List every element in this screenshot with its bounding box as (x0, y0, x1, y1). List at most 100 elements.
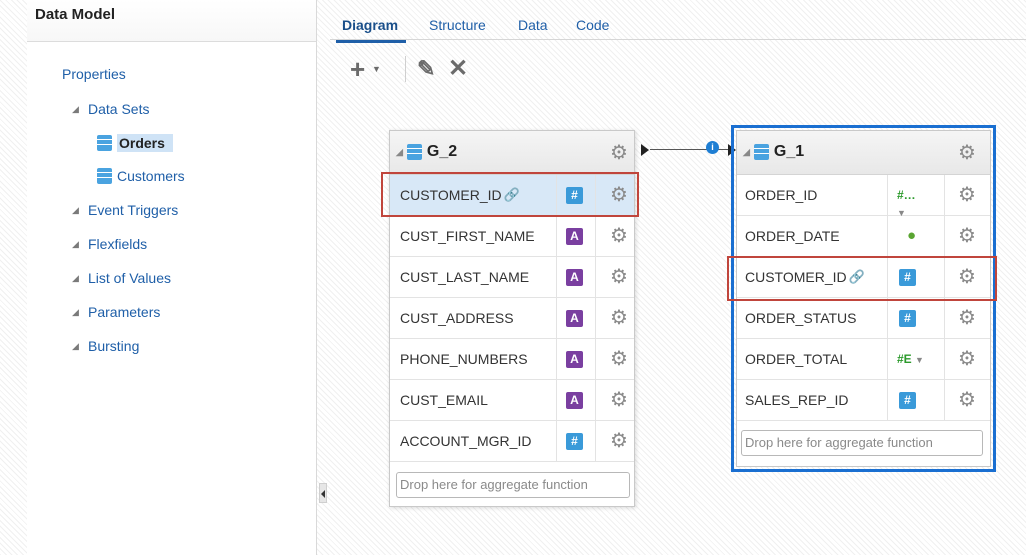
tab-diagram[interactable]: Diagram (335, 17, 407, 43)
column-name: CUSTOMER_ID 🔗 (745, 269, 865, 285)
link-target-arrow-icon (728, 144, 736, 156)
group-g1[interactable]: ◢ G_1 ⚙ ORDER_ID #… ▼ ⚙ ORDER_DATE ● ⚙ C… (736, 130, 991, 467)
tree-item-label: Flexfields (88, 236, 148, 252)
tree-item-bursting[interactable]: ◢ Bursting (72, 338, 139, 354)
table-row[interactable]: ORDER_ID #… ▼ ⚙ (737, 175, 990, 218)
gear-icon[interactable]: ⚙ (957, 226, 977, 246)
expand-triangle-icon[interactable]: ◢ (72, 239, 88, 250)
expand-triangle-icon[interactable]: ◢ (72, 104, 88, 115)
gear-icon[interactable]: ⚙ (957, 349, 977, 369)
table-row[interactable]: ACCOUNT_MGR_ID # ⚙ (390, 421, 634, 462)
tree-item-event-triggers[interactable]: ◢ Event Triggers (72, 202, 178, 218)
tree-item-properties[interactable]: Properties (62, 66, 126, 82)
date-type-icon: ● (906, 227, 917, 244)
tab-code[interactable]: Code (576, 17, 609, 33)
column-name: CUST_LAST_NAME (400, 269, 530, 285)
tree-item-orders[interactable]: Orders (97, 134, 173, 152)
tree-item-label: Bursting (88, 338, 140, 354)
tree-item-label: Event Triggers (88, 202, 179, 218)
gear-icon[interactable]: ⚙ (609, 431, 629, 451)
string-type-icon: A (566, 310, 583, 327)
gear-icon[interactable]: ⚙ (609, 349, 629, 369)
expand-triangle-icon[interactable]: ◢ (72, 307, 88, 318)
gear-icon[interactable]: ⚙ (957, 390, 977, 410)
table-row[interactable]: CUSTOMER_ID 🔗 # ⚙ (390, 175, 634, 216)
column-name: PHONE_NUMBERS (400, 351, 528, 367)
gear-icon[interactable]: ⚙ (609, 226, 629, 246)
toolbar-separator (405, 56, 406, 82)
database-icon (406, 144, 422, 160)
column-name: ORDER_STATUS (745, 310, 857, 326)
number-sort-type-icon[interactable]: #… ▼ (897, 187, 927, 218)
group-header: ◢ G_2 ⚙ (390, 131, 634, 175)
gear-icon[interactable]: ⚙ (957, 308, 977, 328)
gear-icon[interactable]: ⚙ (957, 185, 977, 205)
table-row[interactable]: PHONE_NUMBERS A ⚙ (390, 339, 634, 380)
string-type-icon: A (566, 228, 583, 245)
number-type-icon: # (899, 269, 916, 286)
tree-item-label: Properties (62, 66, 126, 82)
gear-icon[interactable]: ⚙ (609, 143, 629, 163)
tab-data[interactable]: Data (518, 17, 548, 33)
table-row[interactable]: SALES_REP_ID # ⚙ (737, 380, 990, 421)
table-row[interactable]: CUST_EMAIL A ⚙ (390, 380, 634, 421)
expand-triangle-icon[interactable]: ◢ (72, 341, 88, 352)
database-icon (97, 168, 112, 184)
group-name: G_1 (773, 143, 805, 160)
database-icon (97, 135, 112, 151)
table-row[interactable]: CUST_ADDRESS A ⚙ (390, 298, 634, 339)
group-title: ◢ G_2 (396, 143, 457, 161)
tree-item-data-sets[interactable]: ◢ Data Sets (72, 101, 149, 117)
aggregate-drop-zone[interactable]: Drop here for aggregate function (396, 472, 630, 498)
column-name: CUSTOMER_ID 🔗 (400, 187, 520, 203)
tree-item-flexfields[interactable]: ◢ Flexfields (72, 236, 147, 252)
string-type-icon: A (566, 269, 583, 286)
expand-triangle-icon[interactable]: ◢ (72, 273, 88, 284)
add-dropdown-chevron-icon[interactable]: ▼ (372, 64, 381, 74)
collapse-panel-handle[interactable] (319, 483, 327, 503)
tab-structure[interactable]: Structure (429, 17, 486, 33)
column-name: ORDER_TOTAL (745, 351, 848, 367)
tree-item-label: Orders (117, 134, 173, 152)
tree-item-customers[interactable]: Customers (97, 168, 185, 184)
group-g2[interactable]: ◢ G_2 ⚙ CUSTOMER_ID 🔗 # ⚙ CUST_FIRST_NAME… (389, 130, 635, 507)
expand-triangle-icon[interactable]: ◢ (72, 205, 88, 216)
add-icon[interactable]: + (350, 56, 365, 82)
table-row[interactable]: CUST_FIRST_NAME A ⚙ (390, 216, 634, 257)
database-icon (753, 144, 769, 160)
column-name: ACCOUNT_MGR_ID (400, 433, 532, 449)
number-type-icon: # (899, 392, 916, 409)
column-name: ORDER_ID (745, 187, 818, 203)
string-type-icon: A (566, 351, 583, 368)
tree-item-list-of-values[interactable]: ◢ List of Values (72, 270, 171, 286)
aggregate-drop-zone[interactable]: Drop here for aggregate function (741, 430, 983, 456)
collapse-triangle-icon[interactable]: ◢ (743, 147, 750, 158)
info-icon[interactable]: i (706, 141, 719, 154)
column-name: SALES_REP_ID (745, 392, 849, 408)
link-icon: 🔗 (848, 269, 865, 284)
group-header: ◢ G_1 ⚙ (737, 131, 990, 175)
pencil-icon[interactable]: ✎ (417, 56, 435, 82)
table-row[interactable]: ORDER_STATUS # ⚙ (737, 298, 990, 339)
tree-item-label: Data Sets (88, 101, 150, 117)
tree-item-label: List of Values (88, 270, 172, 286)
table-row[interactable]: CUST_LAST_NAME A ⚙ (390, 257, 634, 298)
link-icon: 🔗 (503, 187, 520, 202)
table-row[interactable]: ORDER_DATE ● ⚙ (737, 216, 990, 257)
data-model-panel: Data Model Properties ◢ Data Sets Orders… (27, 0, 317, 555)
number-type-icon: # (566, 433, 583, 450)
table-row[interactable]: ORDER_TOTAL #E ▼ ⚙ (737, 339, 990, 380)
gear-icon[interactable]: ⚙ (609, 308, 629, 328)
gear-icon[interactable]: ⚙ (957, 143, 977, 163)
gear-icon[interactable]: ⚙ (609, 390, 629, 410)
table-row[interactable]: CUSTOMER_ID 🔗 # ⚙ (737, 257, 990, 298)
number-sort-type-icon[interactable]: #E ▼ (897, 351, 927, 368)
gear-icon[interactable]: ⚙ (609, 185, 629, 205)
number-type-icon: # (566, 187, 583, 204)
collapse-triangle-icon[interactable]: ◢ (396, 147, 403, 158)
tree-item-parameters[interactable]: ◢ Parameters (72, 304, 160, 320)
column-name: ORDER_DATE (745, 228, 840, 244)
gear-icon[interactable]: ⚙ (609, 267, 629, 287)
gear-icon[interactable]: ⚙ (957, 267, 977, 287)
delete-x-icon[interactable]: ✕ (448, 56, 468, 82)
